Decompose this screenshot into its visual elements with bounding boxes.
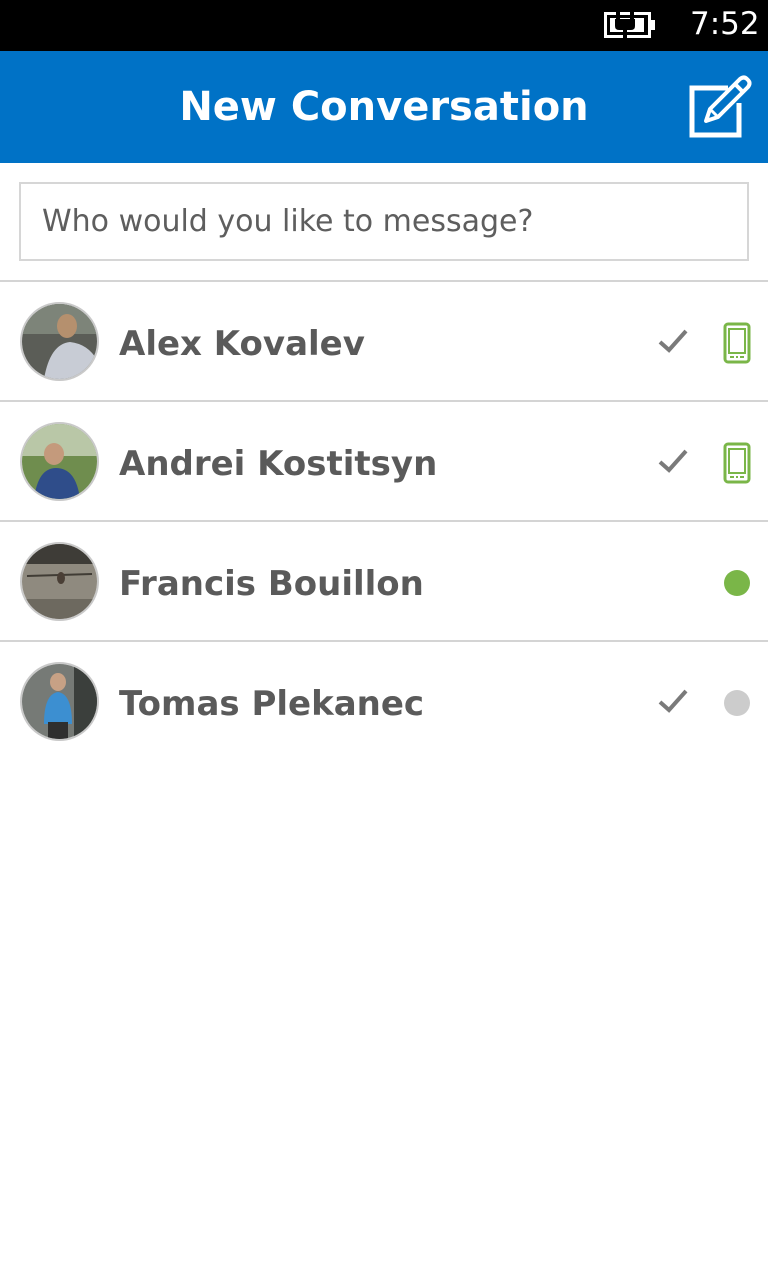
contact-row-alex-kovalev[interactable]: Alex Kovalev: [0, 282, 768, 400]
contact-name: Tomas Plekanec: [119, 684, 425, 724]
checkmark-icon: [658, 449, 688, 473]
contact-name: Alex Kovalev: [119, 324, 365, 364]
battery-charging-icon: [604, 11, 655, 39]
checkmark-icon: [658, 689, 688, 713]
recipient-search: [19, 182, 749, 261]
mobile-status-icon: [723, 442, 751, 484]
compose-icon[interactable]: [684, 73, 754, 143]
app-header: New Conversation: [0, 51, 768, 163]
checkmark-icon: [658, 329, 688, 353]
avatar: [20, 662, 99, 741]
avatar: [20, 302, 99, 381]
contact-name: Francis Bouillon: [119, 564, 424, 604]
mobile-status-icon: [723, 322, 751, 364]
online-status-icon: [724, 570, 750, 596]
recipient-search-input[interactable]: [21, 184, 747, 259]
offline-status-icon: [724, 690, 750, 716]
contact-list: Alex Kovalev Andrei Kostitsyn Francis Bo…: [0, 280, 768, 760]
clock: 7:52: [690, 6, 760, 42]
avatar: [20, 542, 99, 621]
status-bar: 7:52: [0, 0, 768, 51]
contact-row-francis-bouillon[interactable]: Francis Bouillon: [0, 522, 768, 640]
avatar: [20, 422, 99, 501]
contact-row-andrei-kostitsyn[interactable]: Andrei Kostitsyn: [0, 402, 768, 520]
contact-row-tomas-plekanec[interactable]: Tomas Plekanec: [0, 642, 768, 760]
contact-name: Andrei Kostitsyn: [119, 444, 438, 484]
page-title: New Conversation: [179, 84, 589, 130]
